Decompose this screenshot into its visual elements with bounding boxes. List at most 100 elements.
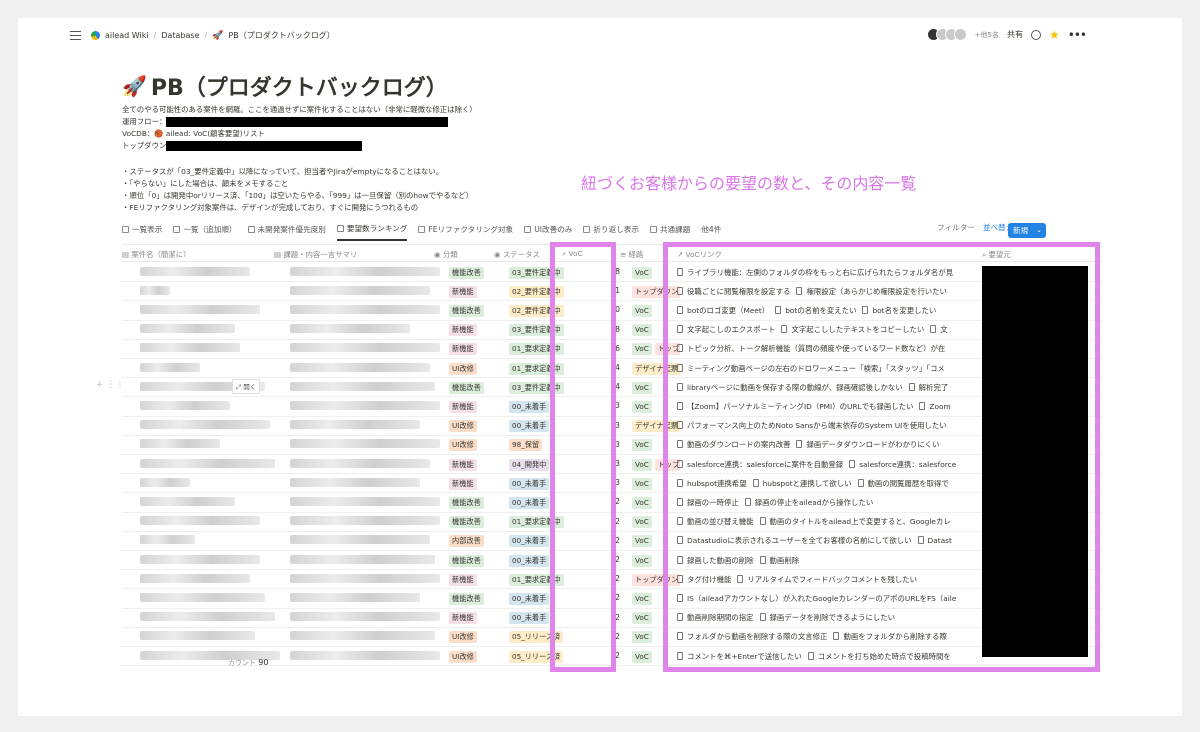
cell-name-blurred[interactable] <box>140 592 265 602</box>
cell-name-blurred[interactable] <box>140 285 170 295</box>
cell-category[interactable]: UI改修 <box>449 439 477 452</box>
new-record-button[interactable]: 新規 ⌄ <box>1008 223 1046 238</box>
cell-category[interactable]: 機能改善 <box>449 381 484 394</box>
cell-summary-blurred[interactable] <box>290 324 410 334</box>
cell-category[interactable]: 機能改善 <box>449 304 484 317</box>
cell-name-blurred[interactable] <box>140 554 260 564</box>
cell-name-blurred[interactable] <box>140 631 255 641</box>
cell-name-blurred[interactable] <box>140 612 275 622</box>
category-tag: UI改修 <box>449 420 477 433</box>
cell-summary-blurred[interactable] <box>290 631 435 641</box>
cell-name-blurred[interactable] <box>140 573 250 583</box>
column-header-category[interactable]: ◉ 分類 <box>434 249 458 260</box>
cell-summary-blurred[interactable] <box>290 400 440 410</box>
cell-summary-blurred[interactable] <box>290 496 440 506</box>
cell-summary-blurred[interactable] <box>290 362 430 372</box>
cell-name-blurred[interactable] <box>140 266 250 276</box>
note-line: ・ステータスが「03_要件定義中」以降になっていて、担当者やJiraがempty… <box>122 167 444 176</box>
tab-more[interactable]: 他4件 <box>701 223 721 241</box>
cell-category[interactable]: 新機能 <box>449 285 477 298</box>
status-tag: 00_未着手 <box>509 420 550 433</box>
category-tag: 新機能 <box>449 573 477 586</box>
breadcrumb-item-wiki[interactable]: ailead Wiki <box>105 31 149 40</box>
tab-fe-refactoring[interactable]: FEリファクタリング対象 <box>418 223 513 241</box>
cell-summary-blurred[interactable] <box>290 439 440 449</box>
cell-name-blurred[interactable] <box>140 458 275 468</box>
cell-category[interactable]: 新機能 <box>449 612 477 625</box>
cell-summary-blurred[interactable] <box>290 516 440 526</box>
cell-category[interactable]: 機能改善 <box>449 554 484 567</box>
cell-name-blurred[interactable] <box>140 535 195 545</box>
cell-summary-blurred[interactable] <box>290 612 440 622</box>
cell-name-blurred[interactable] <box>140 496 235 506</box>
cell-name-blurred[interactable] <box>140 420 270 430</box>
cell-name-blurred[interactable] <box>140 400 230 410</box>
tab-list-added-order[interactable]: 一覧（追加順） <box>173 223 237 241</box>
tab-list-view[interactable]: 一覧表示 <box>122 223 162 241</box>
breadcrumb-item-database[interactable]: Database <box>161 31 199 40</box>
cell-summary-blurred[interactable] <box>290 592 420 602</box>
table-icon <box>173 226 181 233</box>
tab-wrap-view[interactable]: 折り返し表示 <box>583 223 639 241</box>
share-button[interactable]: 共有 <box>1007 29 1023 40</box>
more-options-icon[interactable]: ••• <box>1068 29 1087 41</box>
cell-summary-blurred[interactable] <box>290 285 430 295</box>
column-header-route[interactable]: ≡ 経路 <box>620 249 643 260</box>
cell-category[interactable]: 新機能 <box>449 400 477 413</box>
cell-category[interactable]: 新機能 <box>449 324 477 337</box>
cell-summary-blurred[interactable] <box>290 343 440 353</box>
column-header-summary[interactable]: ▤ 課題・内容一言サマリ <box>274 249 357 260</box>
cell-name-blurred[interactable] <box>140 304 260 314</box>
status-tag: 04_開発中 <box>509 458 550 471</box>
cell-summary-blurred[interactable] <box>290 304 440 314</box>
column-header-status[interactable]: ◉ ステータス <box>494 249 540 260</box>
open-row-button[interactable]: ⤢ 開く <box>232 379 261 394</box>
cell-category[interactable]: 機能改善 <box>449 592 484 605</box>
favorite-star-icon[interactable]: ★ <box>1049 29 1060 41</box>
cell-name-blurred[interactable] <box>140 516 260 526</box>
other-users-count[interactable]: +他5名 <box>975 30 999 40</box>
cell-category[interactable]: 新機能 <box>449 458 477 471</box>
cell-category[interactable]: UI改修 <box>449 631 477 644</box>
cell-category[interactable]: 新機能 <box>449 477 477 490</box>
tab-undeveloped-priority[interactable]: 未開発案件優先度別 <box>247 223 326 241</box>
cell-category[interactable]: 内部改善 <box>449 535 484 548</box>
filter-button[interactable]: フィルター <box>937 222 975 233</box>
hamburger-menu-icon[interactable] <box>70 31 81 40</box>
tab-request-ranking[interactable]: 要望数ランキング <box>336 223 408 241</box>
cell-name-blurred[interactable] <box>140 343 240 353</box>
cell-name-blurred[interactable] <box>140 439 220 449</box>
status-tag: 00_未着手 <box>509 612 550 625</box>
cell-summary-blurred[interactable] <box>290 554 435 564</box>
cell-summary-blurred[interactable] <box>290 420 420 430</box>
cell-category[interactable]: UI改修 <box>449 420 477 433</box>
cell-category[interactable]: 機能改善 <box>449 496 484 509</box>
cell-summary-blurred[interactable] <box>290 477 420 487</box>
route-tag: VoC <box>632 496 652 509</box>
cell-category[interactable]: 新機能 <box>449 343 477 356</box>
cell-name-blurred[interactable] <box>140 477 190 487</box>
cell-category[interactable]: 新機能 <box>449 573 477 586</box>
cell-summary-blurred[interactable] <box>290 458 430 468</box>
description-line[interactable]: VoCDB：🏀 ailead: VoC(顧客要望)リスト <box>122 128 477 140</box>
cell-name-blurred[interactable] <box>140 324 235 334</box>
cell-summary-blurred[interactable] <box>290 535 430 545</box>
tab-ui-improvement[interactable]: UI改善のみ <box>524 223 572 241</box>
cell-category[interactable]: 機能改善 <box>449 516 484 529</box>
tab-common-issues[interactable]: 共通課題 <box>649 223 690 241</box>
column-header-name[interactable]: ▤ 案件名（簡潔に） <box>122 249 190 260</box>
cell-summary-blurred[interactable] <box>290 650 440 660</box>
breadcrumb-item-page[interactable]: PB（プロダクトバックログ） <box>228 30 334 41</box>
cell-summary-blurred[interactable] <box>290 266 440 276</box>
cell-category[interactable]: 機能改善 <box>449 266 484 279</box>
cell-name-blurred[interactable] <box>140 362 200 372</box>
cell-category[interactable]: UI改修 <box>449 650 477 663</box>
cell-category[interactable]: UI改修 <box>449 362 477 375</box>
avatar-stack[interactable] <box>926 28 967 41</box>
history-clock-icon[interactable] <box>1031 29 1041 40</box>
chevron-down-icon[interactable]: ⌄ <box>1036 226 1042 234</box>
cell-summary-blurred[interactable] <box>290 381 435 391</box>
row-drag-handle-icon[interactable]: + ⋮⋮ <box>96 380 124 390</box>
cell-summary-blurred[interactable] <box>290 573 440 583</box>
route-tag: VoC <box>632 554 652 567</box>
